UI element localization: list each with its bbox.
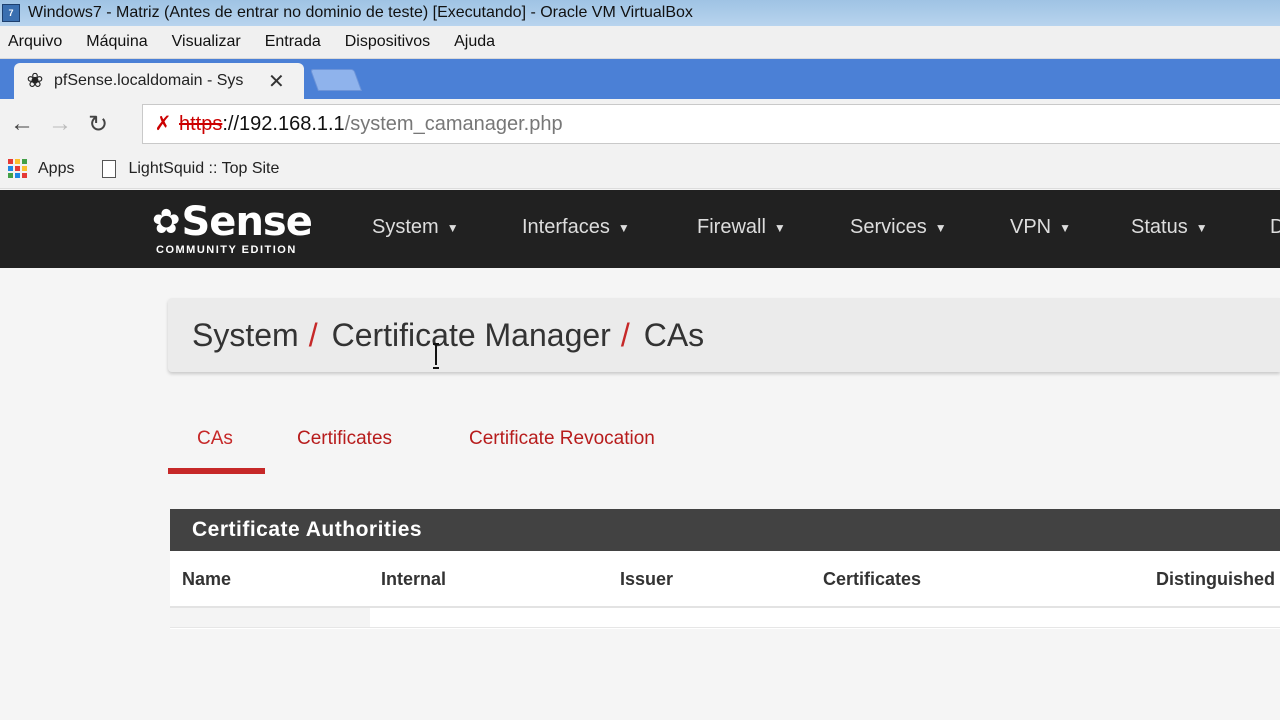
caret-down-icon: ▼ [617,220,630,235]
new-tab-button[interactable] [309,69,363,91]
nav-diagnostics[interactable]: D [1270,216,1280,239]
nav-interfaces[interactable]: Interfaces ▼ [522,216,630,239]
nav-status-label: Status [1131,216,1188,238]
column-name[interactable]: Name [182,569,231,590]
apps-grid-icon [8,158,28,179]
pfsense-logo-mark-icon: ✿ [152,202,180,242]
close-tab-icon[interactable]: ✕ [268,69,285,94]
breadcrumb-certificate-manager[interactable]: Certificate Manager [332,317,611,354]
tab-certificates[interactable]: Certificates [297,428,392,450]
nav-services-label: Services [850,216,927,238]
panel-heading: Certificate Authorities [170,509,1280,551]
breadcrumb-separator: / [308,316,318,353]
menu-arquivo[interactable]: Arquivo [8,33,62,51]
caret-down-icon: ▼ [1059,220,1072,235]
breadcrumb-separator: / [620,316,630,353]
vm-window-titlebar: 7 Windows7 - Matriz (Antes de entrar no … [0,0,1280,26]
bookmark-apps[interactable]: Apps [8,158,75,179]
menu-visualizar[interactable]: Visualizar [172,33,241,51]
breadcrumb-cas: CAs [643,316,705,353]
column-certificates[interactable]: Certificates [823,569,921,590]
text-cursor-icon [433,343,439,369]
active-tab-indicator [168,468,265,474]
bookmarks-bar: Apps LightSquid :: Top Site [0,149,1280,189]
menu-ajuda[interactable]: Ajuda [454,33,495,51]
bookmark-apps-label: Apps [38,159,75,177]
nav-system-label: System [372,216,439,238]
nav-vpn-label: VPN [1010,216,1052,238]
back-arrow-icon[interactable]: ← [6,108,38,140]
browser-tab-strip: ❀ pfSense.localdomain - Sys ✕ [0,59,1280,99]
pfsense-logo[interactable]: ✿ Sense COMMUNITY EDITION [152,202,324,258]
bookmark-lightsquid-label: LightSquid :: Top Site [128,159,280,177]
nav-status[interactable]: Status ▼ [1131,216,1208,239]
nav-system[interactable]: System ▼ [372,216,459,239]
page-icon [102,159,117,178]
menu-entrada[interactable]: Entrada [265,33,321,51]
nav-services[interactable]: Services ▼ [850,216,947,239]
table-header: Name Internal Issuer Certificates Distin… [170,551,1280,608]
browser-tab-title: pfSense.localdomain - Sys [54,72,244,89]
reload-icon[interactable]: ↻ [82,108,114,140]
pfsense-navbar: ✿ Sense COMMUNITY EDITION System ▼ Interfa… [0,190,1280,268]
vm-menu-bar: Arquivo Máquina Visualizar Entrada Dispo… [0,26,1280,59]
nav-interfaces-label: Interfaces [522,216,610,238]
url-host: ://192.168.1.1 [222,112,345,135]
vm-window-title: Windows7 - Matriz (Antes de entrar no do… [28,4,693,21]
tab-cas[interactable]: CAs [197,428,233,450]
nav-firewall-label: Firewall [697,216,766,238]
insecure-lock-icon[interactable]: ✗ [151,112,175,136]
certificate-tabs: CAs Certificates Certificate Revocation [168,418,768,478]
certificate-authorities-panel: Certificate Authorities Name Internal Is… [170,509,1280,629]
column-internal[interactable]: Internal [381,569,446,590]
menu-dispositivos[interactable]: Dispositivos [345,33,430,51]
column-issuer[interactable]: Issuer [620,569,673,590]
caret-down-icon: ▼ [934,220,947,235]
nav-diagnostics-label: D [1270,216,1280,238]
breadcrumb: System / Certificate Manager / CAs [168,298,1280,372]
virtualbox-icon: 7 [2,4,20,22]
tab-certificate-revocation[interactable]: Certificate Revocation [469,428,655,450]
panel-title: Certificate Authorities [192,518,423,541]
forward-arrow-icon[interactable]: → [44,108,76,140]
bookmark-lightsquid[interactable]: LightSquid :: Top Site [102,159,280,178]
column-distinguished-name[interactable]: Distinguished [1156,569,1275,590]
url-path: /system_camanager.php [344,112,563,135]
logo-edition-text: COMMUNITY EDITION [156,244,297,256]
browser-toolbar: ← → ↻ ✗ https://192.168.1.1/system_caman… [0,99,1280,149]
caret-down-icon: ▼ [1195,220,1208,235]
logo-brand-text: Sense [181,199,313,245]
nav-firewall[interactable]: Firewall ▼ [697,216,786,239]
browser-tab[interactable]: ❀ pfSense.localdomain - Sys ✕ [14,63,304,99]
pfsense-favicon-icon: ❀ [26,70,44,92]
breadcrumb-system[interactable]: System [192,317,299,354]
url-scheme: https [179,112,223,135]
caret-down-icon: ▼ [773,220,786,235]
table-row [170,608,1280,628]
address-bar[interactable]: ✗ https://192.168.1.1/system_camanager.p… [142,104,1280,144]
nav-vpn[interactable]: VPN ▼ [1010,216,1071,239]
caret-down-icon: ▼ [446,220,459,235]
menu-maquina[interactable]: Máquina [86,33,147,51]
